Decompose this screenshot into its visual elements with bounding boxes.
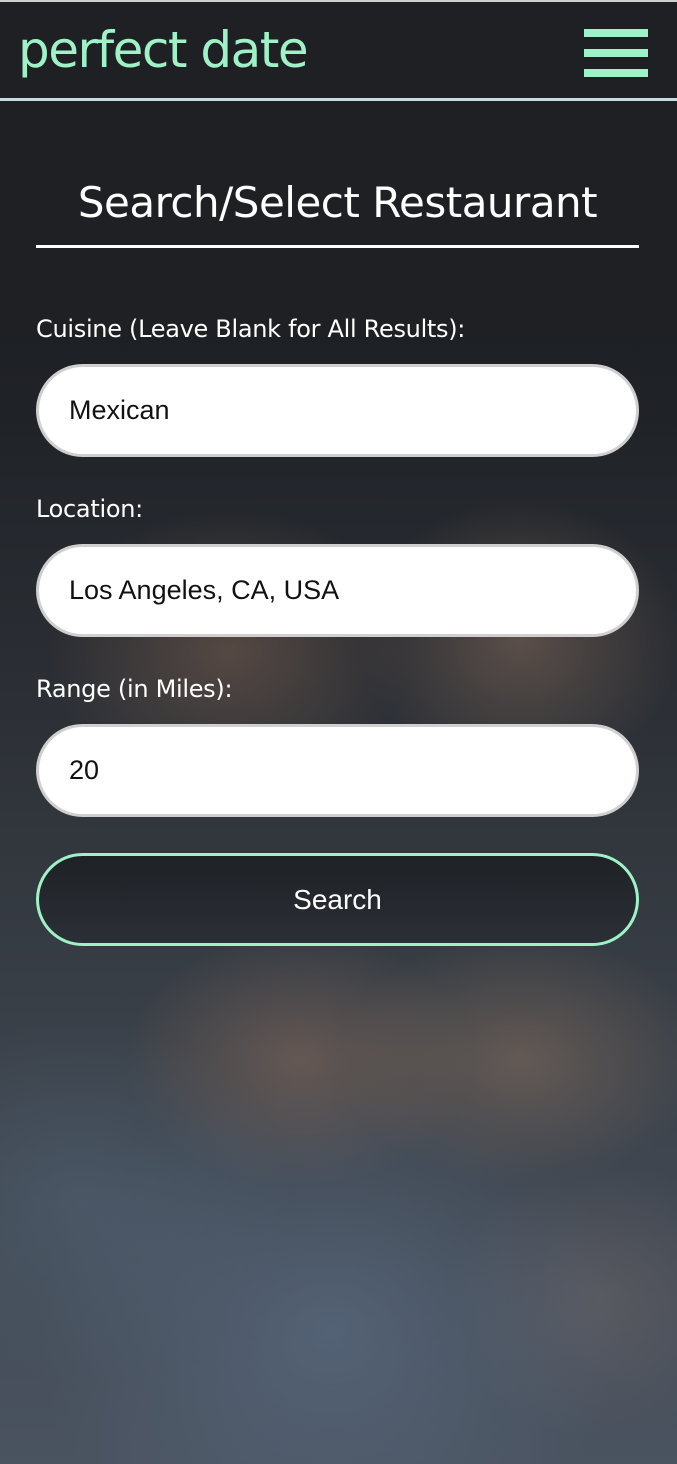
cuisine-input[interactable] [36, 364, 639, 457]
location-label: Location: [36, 495, 143, 523]
location-input[interactable] [36, 544, 639, 637]
menu-bar-bottom [584, 69, 648, 77]
brand-logo-text[interactable]: perfect date [18, 18, 309, 82]
cuisine-label: Cuisine (Leave Blank for All Results): [36, 315, 466, 343]
title-divider [36, 245, 639, 248]
range-label: Range (in Miles): [36, 675, 233, 703]
menu-bar-top [584, 29, 648, 37]
menu-bar-middle [584, 49, 648, 57]
page-title: Search/Select Restaurant [77, 178, 598, 227]
top-nav-bar: perfect date [0, 0, 677, 101]
hamburger-menu-icon[interactable] [584, 29, 648, 77]
range-input[interactable] [36, 724, 639, 817]
search-button[interactable]: Search [36, 853, 639, 946]
